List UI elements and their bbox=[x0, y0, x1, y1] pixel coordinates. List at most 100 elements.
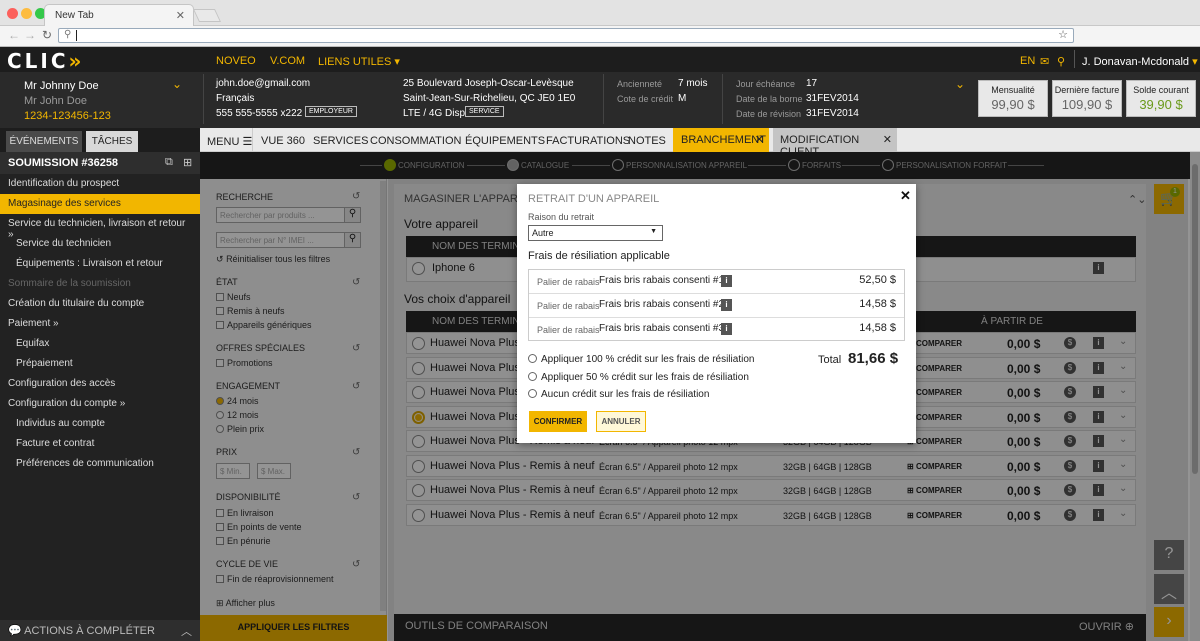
customer-phone: 555 555-5555 x222 bbox=[216, 108, 303, 119]
fees-title: Frais de résiliation applicable bbox=[528, 250, 670, 262]
menu-item-services[interactable]: SERVICES bbox=[313, 135, 368, 147]
mail-icon[interactable]: ✉ bbox=[1040, 55, 1049, 68]
logo-chevrons-icon: » bbox=[68, 49, 85, 73]
sidebar-item-technicien-livraison[interactable]: Service du technicien, livraison et reto… bbox=[0, 214, 200, 240]
account-number[interactable]: 1234-123456-123 bbox=[24, 110, 111, 122]
radio[interactable] bbox=[528, 354, 537, 363]
address-line1: 25 Boulevard Joseph-Oscar-Levèsque bbox=[403, 78, 574, 89]
divider bbox=[1074, 50, 1075, 68]
sidebar-item-magasinage[interactable]: Magasinage des services bbox=[0, 194, 200, 214]
tab-events[interactable]: ÉVÉNEMENTS bbox=[6, 131, 82, 152]
close-icon[interactable]: ✕ bbox=[900, 188, 911, 204]
search-icon[interactable]: ⚲ bbox=[1057, 55, 1065, 68]
nav-link-noveo[interactable]: NOVEO bbox=[216, 55, 256, 67]
sidebar-item-prepaiement[interactable]: Prépaiement bbox=[0, 354, 200, 374]
info-icon[interactable]: i bbox=[721, 323, 732, 335]
dropdown-arrow-icon: ▼ bbox=[650, 228, 657, 235]
sidebar-item-individus[interactable]: Individus au compte bbox=[0, 414, 200, 434]
submission-title: SOUMISSION #36258 bbox=[8, 157, 119, 169]
total-value: 81,66 $ bbox=[848, 350, 899, 367]
add-icon[interactable]: ⊞ bbox=[183, 156, 192, 169]
due-label: Jour échéance bbox=[736, 79, 796, 89]
menu-item-equipements[interactable]: ÉQUIPEMENTS bbox=[465, 135, 545, 147]
cancel-button[interactable]: ANNULER bbox=[596, 411, 646, 432]
option-credit-50[interactable]: Appliquer 50 % crédit sur les frais de r… bbox=[528, 372, 749, 383]
credit-value: M bbox=[678, 93, 687, 104]
confirm-button[interactable]: CONFIRMER bbox=[529, 411, 587, 432]
menu-item-facturations[interactable]: FACTURATIONS bbox=[546, 135, 630, 147]
phone-badge: EMPLOYEUR bbox=[305, 106, 357, 117]
kiosk-date-label: Date de la borne bbox=[736, 94, 803, 104]
radio[interactable] bbox=[528, 372, 537, 381]
menu-item-vue-360[interactable]: VUE 360 bbox=[261, 135, 305, 147]
divider bbox=[603, 74, 604, 124]
text-cursor bbox=[76, 30, 77, 41]
close-icon[interactable]: ✕ bbox=[883, 133, 892, 146]
language-toggle[interactable]: EN bbox=[1020, 55, 1035, 67]
option-no-credit[interactable]: Aucun crédit sur les frais de résiliatio… bbox=[528, 389, 709, 400]
sidebar-item-configuration-acces[interactable]: Configuration des accès bbox=[0, 374, 200, 394]
kpi-last-invoice: Dernière facture 109,90 $ bbox=[1052, 80, 1122, 117]
actions-bar[interactable]: 💬 ACTIONS À COMPLÉTER ︿ bbox=[0, 620, 200, 641]
customer-email: john.doe@gmail.com bbox=[216, 78, 311, 89]
sidebar-item-configuration-compte[interactable]: Configuration du compte » bbox=[0, 394, 200, 414]
minimize-window-button[interactable] bbox=[21, 8, 32, 19]
sidebar-item-service-technicien[interactable]: Service du technicien bbox=[0, 234, 200, 254]
option-credit-100[interactable]: Appliquer 100 % crédit sur les frais de … bbox=[528, 354, 754, 365]
copy-icon[interactable]: ⧉ bbox=[165, 156, 173, 169]
menu-item-consommation[interactable]: CONSOMMATION bbox=[370, 135, 461, 147]
info-icon[interactable]: i bbox=[721, 275, 732, 287]
url-input[interactable]: ⚲ ☆ bbox=[58, 28, 1074, 43]
chevron-down-icon[interactable]: ⌄ bbox=[955, 77, 965, 91]
customer-name: Mr Johnny Doe bbox=[24, 80, 99, 92]
customer-language: Français bbox=[216, 93, 255, 104]
reload-icon[interactable]: ↻ bbox=[42, 28, 52, 42]
browser-tab-title: New Tab bbox=[55, 10, 94, 21]
nav-link-useful-links[interactable]: LIENS UTILES ▾ bbox=[318, 55, 400, 68]
back-icon[interactable]: ← bbox=[8, 28, 20, 42]
menu-toggle[interactable]: MENU ☰ bbox=[207, 135, 252, 148]
fee-row: Palier de rabais Frais bris rabais consen… bbox=[537, 322, 896, 335]
revision-date-value: 31FEV2014 bbox=[806, 108, 859, 119]
radio[interactable] bbox=[528, 389, 537, 398]
divider bbox=[252, 128, 253, 152]
close-window-button[interactable] bbox=[7, 8, 18, 19]
sidebar-item-equifax[interactable]: Equifax bbox=[0, 334, 200, 354]
app-logo[interactable]: CLIC» bbox=[7, 49, 84, 73]
tab-branchement[interactable]: BRANCHEMENT ✕ bbox=[673, 128, 769, 152]
fee-row: Palier de rabais Frais bris rabais consen… bbox=[529, 270, 904, 294]
close-icon[interactable]: ✕ bbox=[755, 133, 764, 146]
bookmark-star-icon[interactable]: ☆ bbox=[1058, 28, 1068, 41]
chevron-down-icon: » bbox=[119, 398, 126, 409]
reason-select[interactable]: Autre ▼ bbox=[528, 225, 663, 241]
user-menu[interactable]: J. Donavan-Mcdonald ▾ bbox=[1082, 55, 1198, 68]
divider bbox=[722, 74, 723, 124]
credit-label: Cote de crédit bbox=[617, 94, 674, 104]
hamburger-icon: ☰ bbox=[242, 136, 253, 148]
browser-tab[interactable]: New Tab ✕ bbox=[44, 4, 194, 26]
info-icon[interactable]: i bbox=[721, 299, 732, 311]
chevron-up-icon[interactable]: ︿ bbox=[181, 623, 192, 639]
chevron-down-icon[interactable]: ⌄ bbox=[172, 77, 182, 91]
kpi-current-balance: Solde courant 39,90 $ bbox=[1126, 80, 1196, 117]
modal-title: RETRAIT D'UN APPAREIL bbox=[528, 193, 660, 205]
menu-item-notes[interactable]: NOTES bbox=[628, 135, 666, 147]
sidebar-item-identification[interactable]: Identification du prospect bbox=[0, 174, 200, 194]
seniority-label: Ancienneté bbox=[617, 79, 663, 89]
chevron-down-icon: ▾ bbox=[1192, 56, 1198, 68]
forward-icon[interactable]: → bbox=[24, 28, 36, 42]
close-tab-icon[interactable]: ✕ bbox=[176, 9, 185, 22]
customer-name-secondary: Mr John Doe bbox=[24, 95, 87, 107]
sidebar-item-creation-titulaire[interactable]: Création du titulaire du compte bbox=[0, 294, 200, 314]
search-icon: ⚲ bbox=[64, 29, 72, 40]
sidebar-item-paiement[interactable]: Paiement » bbox=[0, 314, 200, 334]
nav-link-vcom[interactable]: V.COM bbox=[270, 55, 305, 67]
tab-modification-client[interactable]: MODIFICATION CLIENT✕ bbox=[773, 128, 897, 158]
sidebar-item-equipements-livraison[interactable]: Équipements : Livraison et retour bbox=[0, 254, 200, 274]
network-badge: SERVICE bbox=[465, 106, 504, 117]
sidebar-item-facture-contrat[interactable]: Facture et contrat bbox=[0, 434, 200, 454]
chevron-down-icon: ▾ bbox=[394, 56, 400, 68]
tab-tasks[interactable]: TÂCHES bbox=[86, 131, 138, 152]
sidebar-item-preferences[interactable]: Préférences de communication bbox=[0, 454, 200, 474]
fee-row: Palier de rabais Frais bris rabais consen… bbox=[529, 294, 904, 318]
